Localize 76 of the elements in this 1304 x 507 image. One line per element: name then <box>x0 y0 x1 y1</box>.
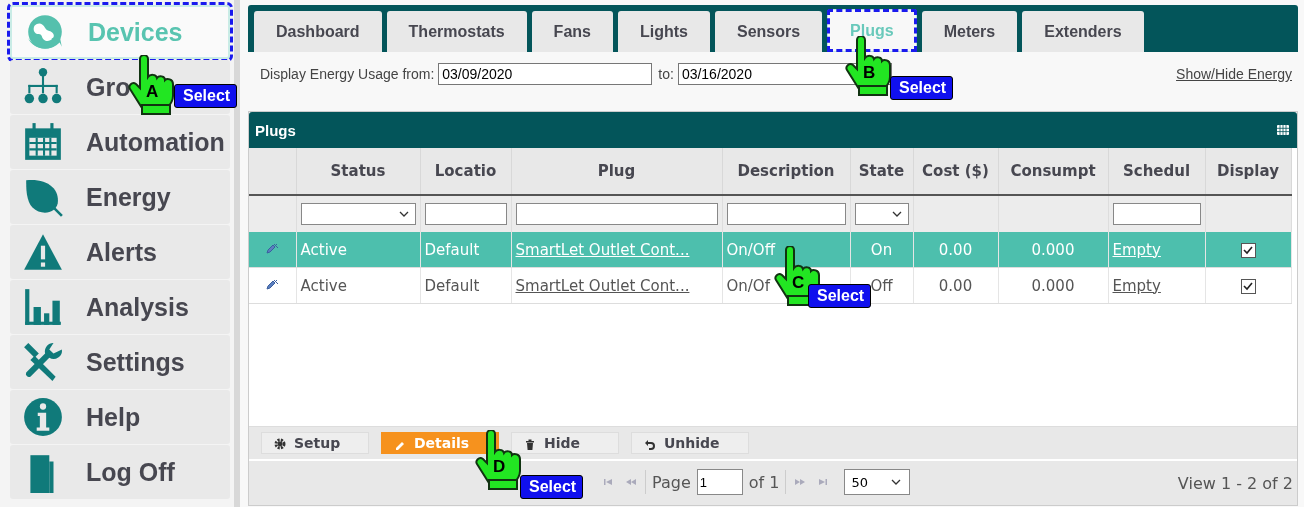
filter-field[interactable] <box>424 203 507 225</box>
filter-field[interactable] <box>515 203 718 225</box>
table-cell: Default <box>424 276 480 295</box>
nav-item[interactable]: Help <box>10 390 230 444</box>
table-cell: 0.000 <box>1031 276 1075 295</box>
columns-icon[interactable] <box>1277 125 1289 135</box>
calendar-icon <box>22 121 64 163</box>
table-cell: Off <box>870 276 893 295</box>
table-cell: Active <box>300 276 347 295</box>
column-header[interactable]: Description <box>722 148 850 195</box>
page-size-dropdown[interactable]: 50 <box>844 469 911 495</box>
table-cell: On/Off <box>726 240 775 259</box>
table-link[interactable]: SmartLet Outlet Cont... <box>515 276 690 295</box>
filter-dropdown[interactable] <box>300 203 416 225</box>
last-page-icon[interactable] <box>816 478 829 486</box>
column-header[interactable]: Plug <box>511 148 722 195</box>
table-cell: Default <box>424 240 480 259</box>
column-header[interactable]: State <box>850 148 913 195</box>
grid-title: Plugs <box>255 121 296 139</box>
column-header[interactable]: Consumpt <box>998 148 1108 195</box>
select-tooltip: Select <box>890 76 954 100</box>
checkbox[interactable] <box>1240 278 1256 294</box>
trash-icon <box>524 437 536 449</box>
tools-icon <box>22 341 64 383</box>
table-cell: 0.00 <box>938 240 973 259</box>
toolbar-button[interactable]: Hide <box>511 432 619 454</box>
nav-item[interactable]: Automation <box>10 115 230 169</box>
table-cell: On <box>870 240 893 259</box>
nav-item[interactable]: Energy <box>10 170 230 224</box>
tab[interactable]: Lights <box>617 11 710 52</box>
tab[interactable]: Extenders <box>1022 11 1144 52</box>
column-header[interactable]: Cost ($) <box>913 148 998 195</box>
toolbar-button[interactable]: Setup <box>261 432 369 454</box>
nav-item[interactable]: Analysis <box>10 280 230 334</box>
tab[interactable]: Dashboard <box>254 11 382 52</box>
column-header[interactable]: Display <box>1205 148 1291 195</box>
caret-icon <box>891 211 902 217</box>
select-tooltip: Select <box>174 84 238 108</box>
from-label: Display Energy Usage from: <box>260 66 435 82</box>
page-field[interactable]: 1 <box>696 469 743 495</box>
filter-field[interactable] <box>1112 203 1201 225</box>
column-header[interactable]: Locatio <box>420 148 511 195</box>
table-cell: Active <box>300 240 347 259</box>
checkbox[interactable] <box>1240 242 1256 258</box>
caret-icon <box>891 479 902 485</box>
select-tooltip: Select <box>520 475 584 499</box>
gear-icon <box>274 437 286 449</box>
tab[interactable]: Thermostats <box>386 11 527 52</box>
bar-chart-icon <box>22 286 64 328</box>
page-label: Page <box>652 472 691 492</box>
to-label: to: <box>658 66 674 82</box>
info-icon <box>22 396 64 438</box>
table-cell: 0.000 <box>1031 240 1075 259</box>
record-count: View 1 - 2 of 2 <box>1177 473 1293 493</box>
tab[interactable]: Sensors <box>714 11 823 52</box>
column-header[interactable]: Schedul <box>1108 148 1205 195</box>
table-cell: On/Of <box>726 276 770 295</box>
filter-field[interactable] <box>726 203 846 225</box>
nav-item[interactable]: Alerts <box>10 225 230 279</box>
table-link[interactable]: Empty <box>1112 276 1161 295</box>
previous-page-icon[interactable] <box>625 478 637 486</box>
page-count: of 1 <box>748 472 780 492</box>
nav-item[interactable]: Log Off <box>10 445 230 499</box>
column-header[interactable]: Status <box>296 148 420 195</box>
filter-dropdown[interactable] <box>854 203 909 225</box>
caret-icon <box>398 211 409 217</box>
select-tooltip: Select <box>808 284 872 308</box>
first-page-icon[interactable] <box>603 478 615 486</box>
tab[interactable]: Meters <box>921 11 1018 52</box>
nav-item[interactable]: Settings <box>10 335 230 389</box>
date-field[interactable]: 03/09/2020 <box>438 63 653 85</box>
tab[interactable]: Fans <box>531 11 613 52</box>
toolbar-button[interactable]: Unhide <box>631 432 749 454</box>
next-page-icon[interactable] <box>794 478 807 486</box>
show-hide-energy-link[interactable]: Show/Hide Energy <box>1176 66 1292 82</box>
table-cell: 0.00 <box>938 276 973 295</box>
